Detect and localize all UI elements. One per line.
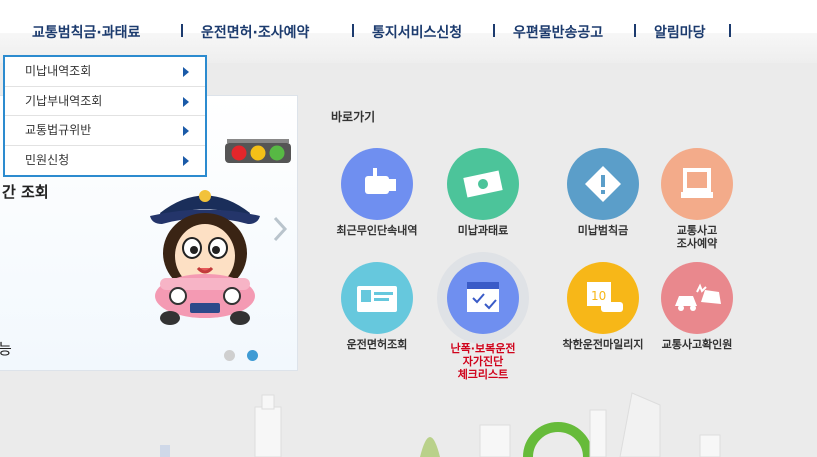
chevron-right-icon xyxy=(183,126,189,136)
slider-dot-1[interactable] xyxy=(224,350,235,361)
car-crash-icon xyxy=(661,262,733,334)
license-card-icon xyxy=(341,262,413,334)
nav-divider xyxy=(729,24,731,37)
money-icon xyxy=(447,148,519,220)
slider-dot-2[interactable] xyxy=(247,350,258,361)
nav-item-mail-return[interactable]: 우편물반송공고 xyxy=(513,22,603,42)
quick-link-unpaid-fine[interactable]: 미납과태료 xyxy=(433,148,533,237)
warning-diamond-icon xyxy=(567,148,639,220)
chevron-right-icon xyxy=(183,67,189,77)
quick-link-label: 미납과태료 xyxy=(457,224,509,237)
banner-partial-title: 간 조회 xyxy=(2,183,49,201)
submenu-item-violation[interactable]: 교통법규위반 xyxy=(5,116,205,146)
quick-link-license-lookup[interactable]: 운전면허조회 xyxy=(327,262,427,351)
quick-link-accident-reservation[interactable]: 교통사고 조사예약 xyxy=(647,148,747,250)
submenu-item-label: 민원신청 xyxy=(25,152,70,167)
submenu-item-label: 미납내역조회 xyxy=(25,64,92,78)
submenu-item-petition[interactable]: 민원신청 xyxy=(5,146,205,176)
quick-link-accident-confirmation[interactable]: 교통사고확인원 xyxy=(647,262,747,351)
nav-item-notice-board[interactable]: 알림마당 xyxy=(654,22,706,42)
chevron-right-icon xyxy=(183,96,189,107)
nav-item-fines[interactable]: 교통범칙금·과태료 xyxy=(32,22,140,42)
submenu-item-label: 기납부내역조회 xyxy=(25,93,103,108)
banner-partial-text: 능 xyxy=(0,338,12,359)
camera-icon xyxy=(341,148,413,220)
quick-link-label: 미납범칙금 xyxy=(577,224,629,237)
city-skyline-illustration xyxy=(160,392,721,457)
quick-link-label: 최근무인단속내역 xyxy=(336,224,418,237)
submenu-item-paid[interactable]: 기납부내역조회 xyxy=(5,87,205,116)
quick-link-unpaid-penalty[interactable]: 미납범칙금 xyxy=(553,148,653,237)
quick-links-title: 바로가기 xyxy=(331,110,376,124)
quick-link-label: 교통사고확인원 xyxy=(661,338,733,351)
monitor-icon xyxy=(661,148,733,220)
nav-divider xyxy=(352,24,354,37)
quick-link-label: 착한운전마일리지 xyxy=(562,338,644,351)
quick-link-reckless-driving-check[interactable]: 난폭·보복운전 자가진단 체크리스트 xyxy=(433,262,533,381)
quick-link-good-driving-mileage[interactable]: 10 착한운전마일리지 xyxy=(553,262,653,351)
submenu-item-label: 교통법규위반 xyxy=(25,123,92,137)
chevron-right-icon xyxy=(183,155,189,166)
quick-link-label: 운전면허조회 xyxy=(346,338,408,351)
slider-next-icon[interactable] xyxy=(272,216,288,242)
quick-link-label: 난폭·보복운전 자가진단 체크리스트 xyxy=(450,342,516,381)
svg-text:10: 10 xyxy=(591,289,606,303)
nav-divider xyxy=(493,24,495,37)
fines-submenu: 미납내역조회 기납부내역조회 교통법규위반 민원신청 xyxy=(3,55,207,177)
quick-link-label: 교통사고 조사예약 xyxy=(676,224,718,250)
nav-divider xyxy=(634,24,636,37)
nav-divider xyxy=(181,24,183,37)
mileage-icon: 10 xyxy=(567,262,639,334)
police-mascot-illustration xyxy=(150,190,260,325)
top-navigation: 교통범칙금·과태료 운전면허·조사예약 통지서비스신청 우편물반송공고 알림마당 xyxy=(0,0,817,63)
nav-item-license[interactable]: 운전면허·조사예약 xyxy=(201,22,309,42)
traffic-light-icon xyxy=(225,139,291,163)
quick-link-recent-camera[interactable]: 최근무인단속내역 xyxy=(327,148,427,237)
submenu-item-unpaid[interactable]: 미납내역조회 xyxy=(5,57,205,87)
nav-item-notice-service[interactable]: 통지서비스신청 xyxy=(372,22,462,42)
calendar-check-icon xyxy=(447,262,519,334)
